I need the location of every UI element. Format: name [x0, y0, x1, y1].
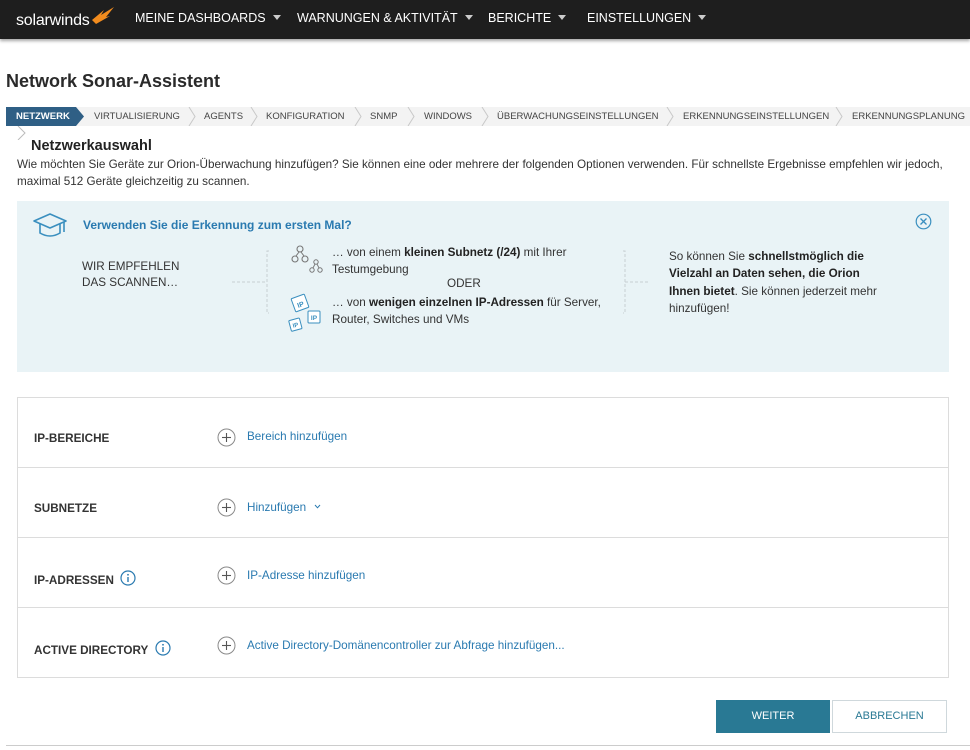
plus-circle-icon[interactable] [217, 566, 236, 585]
nav-label: WARNUNGEN & AKTIVITÄT [297, 11, 458, 25]
graduation-cap-icon [33, 213, 67, 237]
right-bracket-decoration [623, 250, 649, 314]
close-icon[interactable] [915, 213, 932, 230]
solarwinds-bird-icon [92, 7, 114, 24]
step-monitoring-settings[interactable]: ÜBERWACHUNGSEINSTELLUNGEN [497, 107, 659, 126]
wizard-steps: NETZWERK VIRTUALISIERUNG AGENTS KONFIGUR… [6, 107, 970, 126]
plus-circle-icon[interactable] [217, 636, 236, 655]
ip-tag-icon: IP IP IP [288, 293, 321, 332]
option-subnet-pre: … von einem [332, 246, 405, 259]
nav-reports[interactable]: BERICHTE [488, 11, 567, 25]
brand-name: solarwinds [16, 12, 90, 29]
banner-title: Verwenden Sie die Erkennung zum ersten M… [83, 218, 352, 232]
recommend-line-2: DAS SCANNEN… [82, 276, 179, 289]
left-bracket-decoration [232, 250, 269, 314]
chevron-down-icon [558, 15, 567, 20]
add-range-link[interactable]: Bereich hinzufügen [247, 430, 347, 443]
ip-addresses-label: IP-ADRESSEN [34, 574, 114, 587]
nav-alerts-activity[interactable]: WARNUNGEN & AKTIVITÄT [297, 11, 473, 25]
step-active-arrow [76, 107, 84, 126]
svg-text:IP: IP [311, 315, 318, 322]
step-separator-icon [188, 107, 196, 126]
plus-circle-icon[interactable] [217, 428, 236, 447]
step-agents[interactable]: AGENTS [204, 107, 243, 126]
recommend-line-1: WIR EMPFEHLEN [82, 260, 180, 273]
form-row-active-directory: ACTIVE DIRECTORY Active Directory-Domäne… [18, 608, 948, 678]
add-domain-controller-link[interactable]: Active Directory-Domänencontroller zur A… [247, 639, 565, 652]
chevron-down-icon [698, 15, 707, 20]
chevron-down-icon [464, 15, 473, 20]
first-time-discovery-banner: Verwenden Sie die Erkennung zum ersten M… [17, 201, 949, 372]
step-virtualization[interactable]: VIRTUALISIERUNG [94, 107, 180, 126]
next-button[interactable]: WEITER [716, 700, 830, 733]
add-subnet-dropdown[interactable]: Hinzufügen [247, 501, 321, 514]
step-discovery-scheduling[interactable]: ERKENNUNGSPLANUNG [852, 107, 965, 126]
or-separator: ODER [447, 277, 481, 290]
add-ip-address-link[interactable]: IP-Adresse hinzufügen [247, 569, 365, 582]
nav-my-dashboards[interactable]: MEINE DASHBOARDS [135, 11, 281, 25]
subnets-label: SUBNETZE [34, 502, 97, 515]
form-row-ip-addresses: IP-ADRESSEN IP-Adresse hinzufügen [18, 538, 948, 608]
step-separator-icon [250, 107, 258, 126]
nav-label: MEINE DASHBOARDS [135, 11, 266, 25]
chevron-down-icon [314, 504, 321, 509]
top-navigation-bar: solarwinds MEINE DASHBOARDS WARNUNGEN & … [0, 0, 970, 39]
nav-label: EINSTELLUNGEN [587, 11, 692, 25]
form-row-subnets: SUBNETZE Hinzufügen [18, 468, 948, 538]
network-topology-icon [291, 245, 323, 273]
option-ip-bold: wenigen einzelnen IP-Adressen [369, 296, 544, 309]
benefit-text: So können Sie schnellstmöglich die Vielz… [669, 248, 889, 317]
info-icon[interactable] [120, 570, 136, 586]
form-row-ip-ranges: IP-BEREICHE Bereich hinzufügen [18, 398, 948, 468]
option-ip-text: … von wenigen einzelnen IP-Adressen für … [332, 294, 612, 328]
step-snmp[interactable]: SNMP [370, 107, 397, 126]
step-configuration[interactable]: KONFIGURATION [266, 107, 344, 126]
step-separator-icon [666, 107, 674, 126]
option-subnet-text: … von einem kleinen Subnetz (/24) mit Ih… [332, 244, 612, 278]
chevron-down-icon [272, 15, 281, 20]
step-separator-icon [354, 107, 362, 126]
section-intro: Wie möchten Sie Geräte zur Orion-Überwac… [17, 158, 943, 188]
step-windows[interactable]: WINDOWS [424, 107, 472, 126]
recommend-text: WIR EMPFEHLEN DAS SCANNEN… [82, 259, 212, 291]
option-ip-pre: … von [332, 296, 370, 309]
step-separator-icon [407, 107, 415, 126]
step-separator-icon [481, 107, 489, 126]
ip-ranges-label: IP-BEREICHE [34, 432, 110, 445]
nav-label: BERICHTE [488, 11, 552, 25]
section-title: Netzwerkauswahl [31, 138, 152, 154]
network-selection-form: IP-BEREICHE Bereich hinzufügen SUBNETZE … [17, 397, 949, 678]
footer-divider [6, 745, 970, 746]
section-chevron-icon [17, 126, 26, 140]
plus-circle-icon[interactable] [217, 498, 236, 517]
nav-settings[interactable]: EINSTELLUNGEN [587, 11, 707, 25]
page-title: Network Sonar-Assistent [6, 71, 221, 91]
info-icon[interactable] [155, 640, 171, 656]
benefit-pre: So können Sie [669, 250, 749, 263]
option-subnet-bold: kleinen Subnetz (/24) [404, 246, 521, 259]
add-subnet-label: Hinzufügen [247, 501, 307, 514]
cancel-button[interactable]: ABBRECHEN [832, 700, 947, 733]
active-directory-label: ACTIVE DIRECTORY [34, 644, 149, 657]
step-separator-icon [835, 107, 843, 126]
step-network[interactable]: NETZWERK [6, 107, 76, 126]
step-discovery-settings[interactable]: ERKENNUNGSEINSTELLUNGEN [683, 107, 829, 126]
